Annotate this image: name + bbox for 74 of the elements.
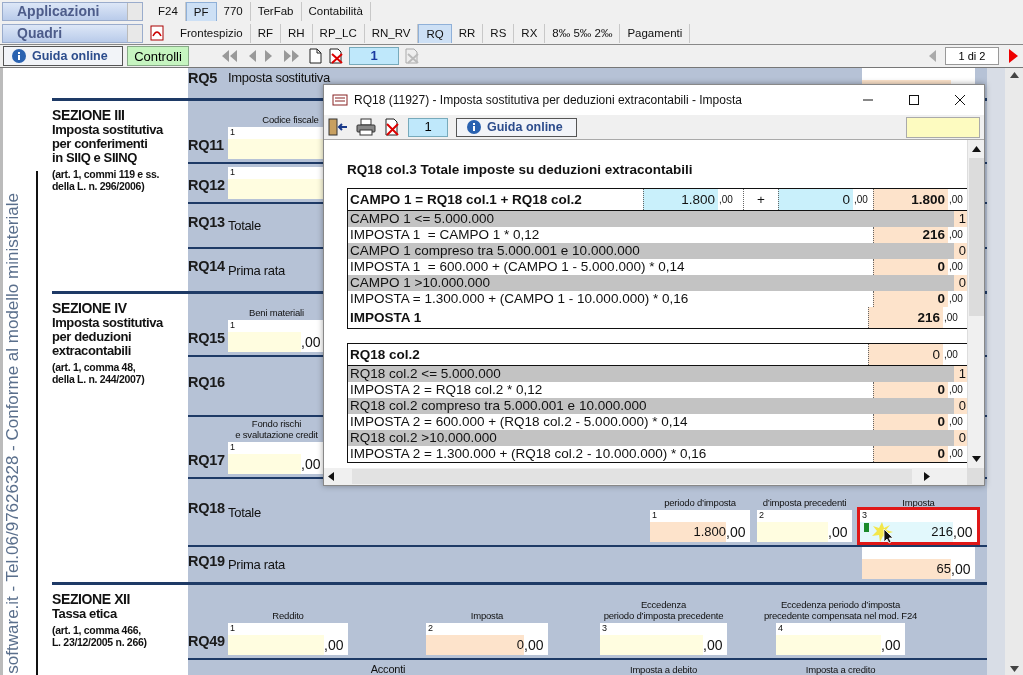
field-label: Eccedenza periodo d’imposta precedente: [603, 599, 724, 621]
flag-cell: 0: [954, 243, 967, 259]
row-code: RQ15: [188, 330, 225, 346]
window-title: RQ18 (11927) - Imposta sostitutiva per deduzioni extracontabili - Imposta: [354, 93, 742, 107]
value-cell: 0: [873, 291, 948, 307]
field-label: Beni materiali: [249, 307, 304, 318]
row-code: RQ5: [188, 70, 217, 86]
value-cell: 0: [873, 382, 948, 398]
row-label: Totale: [228, 504, 261, 520]
formula-cell-text: IMPOSTA 1 = 600.000 + (CAMPO 1 - 5.000.000) * 0,14: [349, 259, 686, 275]
section-subtitle: Imposta sostitutiva per conferimenti in SIIQ e SIINQ: [52, 123, 165, 165]
formula-cell-text: IMPOSTA = 1.300.000 + (CAMPO 1 - 10.000.000) * 0,16: [349, 291, 690, 307]
row-code: RQ14: [188, 258, 225, 274]
value-cell: 1.800: [873, 189, 948, 210]
field-label: Imposta a debito: [629, 664, 697, 675]
condition-cell-text: CAMPO 1 >10.000.000: [349, 275, 491, 291]
formula-cell-text: IMPOSTA 2 = 1.300.000 + (RQ18 col.2 - 10.000.000) * 0,16: [349, 446, 708, 462]
value-cell: 0: [873, 414, 948, 430]
flag-cell: 0: [954, 275, 967, 291]
formula-cell-text: IMPOSTA 1: [349, 309, 423, 327]
flag-cell: 1: [954, 366, 967, 382]
section-title: SEZIONE III: [52, 107, 126, 123]
formula-cell-text: IMPOSTA 2 = 600.000 + (RQ18 col.2 - 5.000.000) * 0,14: [349, 414, 689, 430]
field-label: periodo d’imposta: [664, 497, 736, 508]
field-label: Fondo rischi e svalutazione credit: [235, 418, 318, 440]
cents-cell-text: ,00: [853, 193, 869, 207]
flag-cell: 1: [954, 211, 967, 227]
field-label: Imposta a credito: [805, 664, 876, 675]
section-title: SEZIONE XII: [52, 591, 132, 607]
row-label: Totale: [228, 218, 261, 233]
value-cell: 1.800: [643, 189, 718, 210]
section-note: (art. 1, comma 48, della L. n. 244/2007): [52, 361, 146, 385]
value-cell: 0: [868, 344, 943, 365]
row-code: RQ11: [188, 137, 224, 153]
condition-cell-text: RQ18 col.2 compreso tra 5.000.001 e 10.000.000: [349, 398, 648, 414]
condition-cell-text: CAMPO 1 compreso tra 5.000.001 e 10.000.000: [349, 243, 641, 259]
value-cell: 216: [868, 307, 943, 328]
value-cell: 0: [778, 189, 853, 210]
field-label: Eccedenza periodo d’imposta precedente compensata nel mod. F24: [763, 599, 918, 621]
formula-cell-text: RQ18 col.2: [349, 346, 421, 364]
value-cell: 216: [873, 227, 948, 243]
section-subtitle: Imposta sostitutiva per deduzioni extracontabili: [52, 316, 165, 358]
row-code: RQ12: [188, 177, 225, 193]
value-cell: 0: [873, 446, 948, 462]
page-indicator: 1 di 2: [945, 47, 999, 65]
section-title: SEZIONE IV: [52, 300, 128, 316]
value-cell: 0: [873, 259, 948, 275]
row-code: RQ49: [188, 633, 225, 649]
section-subtitle: Tassa etica: [52, 607, 119, 621]
row-code: RQ18: [188, 500, 225, 516]
row-label: Prima rata: [228, 262, 285, 278]
condition-cell-text: RQ18 col.2 <= 5.000.000: [349, 366, 502, 382]
formula-cell-text: IMPOSTA 2 = RQ18 col.2 * 0,12: [349, 382, 544, 398]
field-label: Imposta: [470, 610, 504, 621]
field-label: d’imposta precedenti: [762, 497, 847, 508]
formula-cell-text: IMPOSTA 1 = CAMPO 1 * 0,12: [349, 227, 541, 243]
row-code: RQ17: [188, 452, 225, 468]
cents-cell-text: ,00: [718, 193, 734, 207]
field-label: Codice fiscale: [262, 114, 319, 125]
row-code: RQ13: [188, 213, 225, 230]
condition-cell-text: RQ18 col.2 >10.000.000: [349, 430, 498, 446]
vertical-caption: software.it - Tel.06/97626328 - Conforme al modello ministeriale: [3, 193, 23, 675]
row-code: RQ19: [188, 552, 225, 569]
row-code: RQ16: [188, 374, 225, 390]
field-label: Reddito: [272, 610, 304, 621]
flag-cell: 0: [954, 398, 967, 414]
condition-cell-text: CAMPO 1 <= 5.000.000: [349, 211, 496, 227]
row-label: Imposta sostitutiva: [228, 69, 330, 85]
section-note: (art. 1, commi 119 e ss. della L. n. 296/2006): [52, 168, 161, 192]
field-label: Imposta: [902, 497, 935, 508]
field-label: Acconti: [228, 664, 548, 675]
row-label: Prima rata: [228, 557, 285, 572]
flag-cell: 0: [954, 430, 967, 446]
section-note: (art. 1, comma 466, L. 23/12/2005 n. 266): [52, 624, 148, 648]
